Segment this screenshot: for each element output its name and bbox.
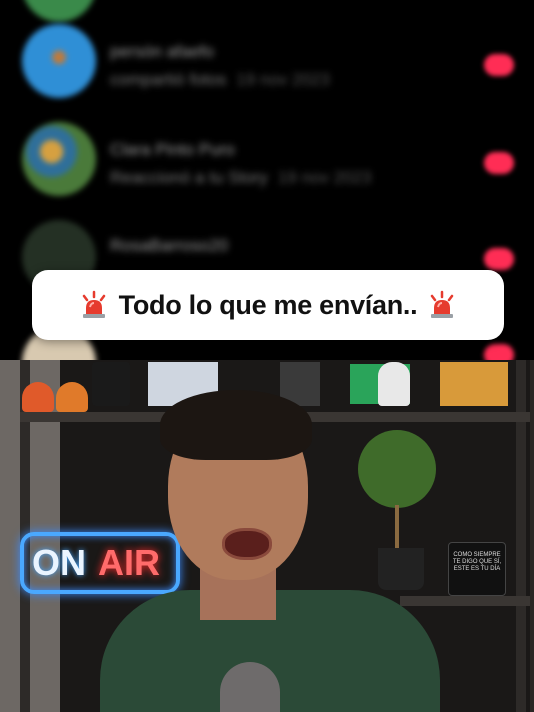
retro-camera-figure (440, 362, 508, 406)
siren-icon (79, 290, 109, 320)
ghost-figure (56, 382, 88, 412)
avatar (22, 0, 96, 22)
on-air-neon-sign: ON AIR (20, 532, 180, 594)
unread-indicator (484, 54, 514, 76)
caption-text: Todo lo que me envían.. (118, 289, 418, 320)
avatar (22, 122, 96, 196)
shelf (400, 596, 530, 606)
unread-indicator (484, 248, 514, 270)
siren-icon (427, 290, 457, 320)
person-hair (160, 390, 312, 460)
person-mouth (222, 528, 272, 560)
message-sender-name: persón afaefo (110, 42, 214, 61)
astronaut-figure (378, 362, 410, 406)
avatar (22, 24, 96, 98)
unread-indicator (484, 344, 514, 360)
message-sender-name: Clara Pinto Puro (110, 140, 235, 159)
caption-banner: Todo lo que me envían.. (32, 270, 504, 340)
plant-pot (378, 548, 424, 590)
message-preview: compartió fotos 19 nov 2023 (110, 70, 330, 89)
topiary-plant (358, 430, 436, 508)
message-row[interactable]: Clara Pinto Puro Reaccionó a tu Story 19 … (0, 122, 534, 212)
video-frame: ON AIR COMO SIEMPRE TE DIGO QUE SÍ, ESTE… (0, 360, 534, 712)
toy-figure (92, 362, 130, 406)
message-sender-name: RosaBarroso20 (110, 236, 229, 255)
message-row[interactable]: persón afaefo compartió fotos 19 nov 2023 (0, 24, 534, 114)
mug-text: COMO SIEMPRE TE DIGO QUE SÍ, ESTE ES TU … (452, 552, 502, 572)
unread-indicator (484, 152, 514, 174)
message-preview: Reaccionó a tu Story 19 nov 2023 (110, 168, 372, 187)
ghost-figure (22, 382, 54, 412)
